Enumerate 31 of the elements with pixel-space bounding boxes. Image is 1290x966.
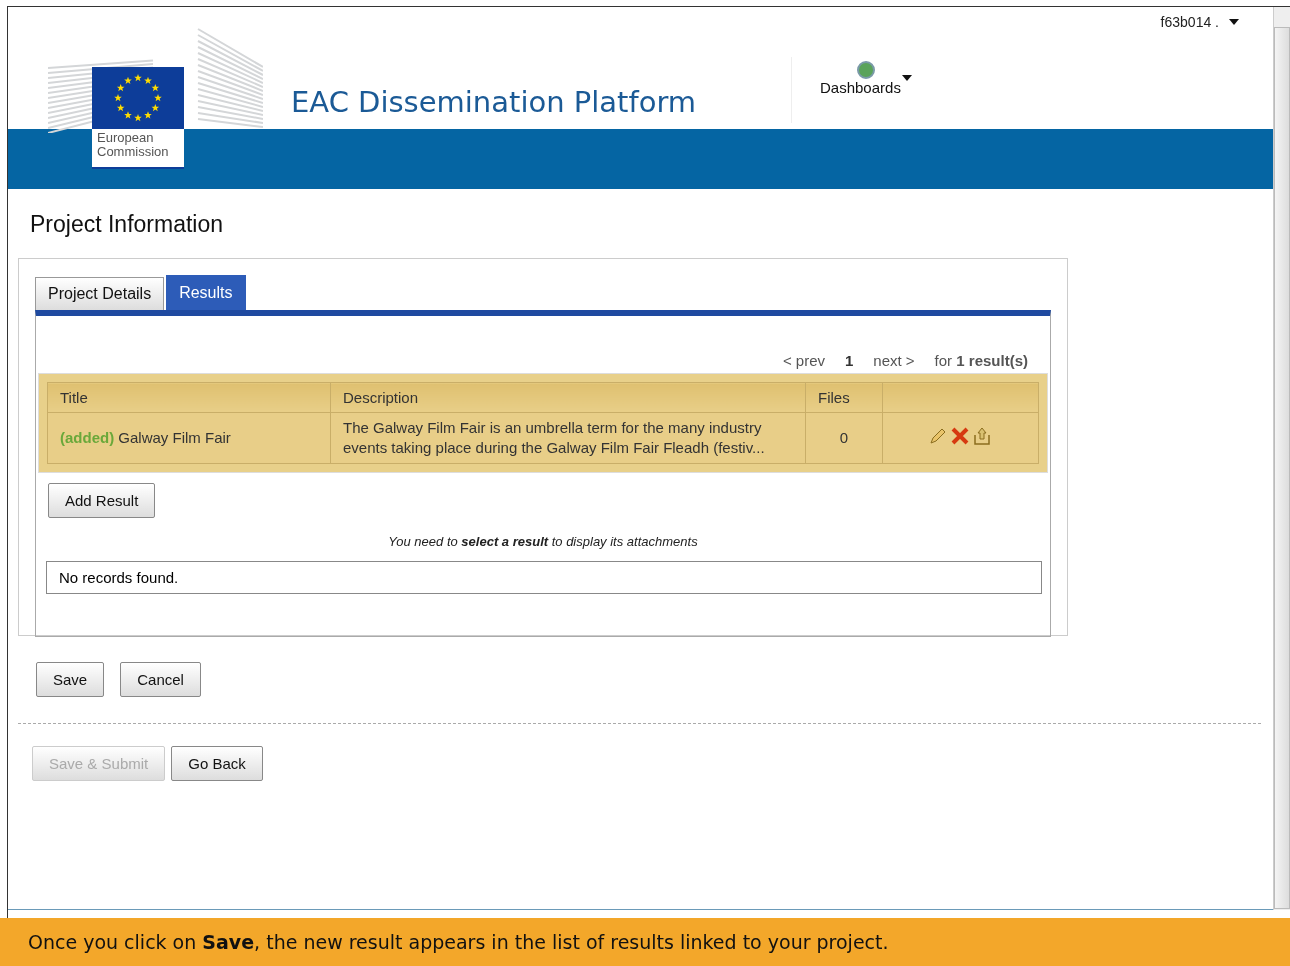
table-cell: (added) Galway Film Fair bbox=[60, 429, 231, 446]
user-menu[interactable]: f63b014 . bbox=[1154, 13, 1245, 31]
site-title: EAC Dissemination Platform bbox=[291, 85, 697, 119]
dashboards-menu[interactable]: Dashboards bbox=[820, 61, 912, 96]
add-result-button[interactable]: Add Result bbox=[48, 483, 156, 518]
form-button[interactable]: Save bbox=[36, 662, 105, 697]
column-header: Title bbox=[60, 389, 88, 406]
page-number[interactable]: 1 bbox=[845, 352, 854, 369]
caret-icon bbox=[901, 75, 912, 81]
delete-icon[interactable] bbox=[950, 425, 971, 446]
prev-link[interactable]: < prev bbox=[782, 352, 825, 369]
result-count: for 1 result(s) bbox=[934, 352, 1028, 369]
nav-button[interactable]: Go Back bbox=[171, 746, 263, 781]
column-header: Description bbox=[343, 389, 418, 406]
table-cell: 0 bbox=[839, 429, 848, 446]
page-title: Project Information bbox=[30, 211, 225, 238]
tab[interactable]: Project Details bbox=[35, 277, 165, 310]
globe-icon bbox=[856, 61, 875, 79]
table-cell: The Galway Film Fair is an umbrella term for the many industry events taking place during the Galway Film Fair Fleadh (festiv... bbox=[343, 419, 765, 456]
caption-banner: Once you click on Save, the new result appears in the list of results linked to your project. bbox=[0, 918, 1290, 966]
hint-text: You need to select a result to display its attachments bbox=[387, 534, 699, 549]
form-button[interactable]: Cancel bbox=[120, 662, 201, 697]
eu-flag-icon bbox=[92, 67, 184, 129]
scrollbar[interactable] bbox=[1273, 7, 1290, 910]
next-link[interactable]: next > bbox=[873, 352, 915, 369]
column-header: Files bbox=[818, 389, 850, 406]
empty-message: No records found. bbox=[59, 569, 179, 586]
caret-icon bbox=[1229, 19, 1239, 25]
logo-text: European Commission bbox=[92, 129, 184, 167]
upload-icon[interactable] bbox=[972, 425, 993, 446]
tab[interactable]: Results bbox=[166, 275, 246, 310]
